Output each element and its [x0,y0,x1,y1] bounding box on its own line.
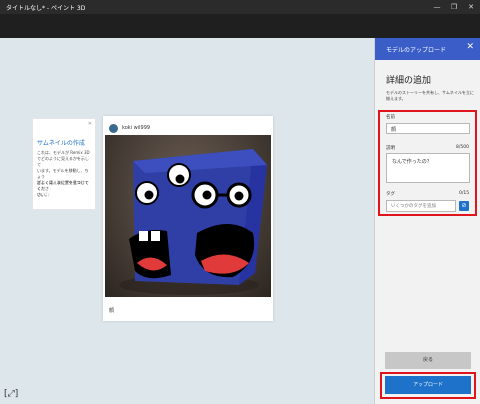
model-name-display: 顔 [109,308,115,314]
fit-to-view-icon[interactable]: [⤢] [4,388,18,400]
title-bar: タイトルなし* - ペイント 3D — ❐ ✕ [0,0,480,14]
tags-placeholder: いくつかのタグを追加 [391,204,436,209]
user-avatar [109,124,118,133]
tags-counter: 0/15 [459,191,470,196]
tip-close-button[interactable]: ✕ [88,121,92,127]
close-window-button[interactable]: ✕ [466,2,476,12]
description-field[interactable]: なんで作ったの？ [386,153,470,183]
model-thumbnail[interactable] [105,135,271,297]
name-label: 名前 [386,115,395,120]
name-value: 顔 [391,127,397,133]
description-counter: 8/500 [456,145,469,150]
panel-title: モデルのアップロード [386,47,447,54]
tags-field[interactable]: いくつかのタグを追加 [386,200,456,212]
back-button[interactable]: 戻る [385,352,471,369]
panel-description: モデルのストーリーを共有し、サムネイルを立に揃えます。 [386,90,474,101]
tip-link-text[interactable]: 詳しくは、次にアクセスしてくださ い。 ⛶ [37,180,92,198]
toolbar-area [0,14,480,38]
name-field[interactable]: 顔 [386,123,470,134]
tip-title: サムネイルの作成 [37,140,85,147]
window-title: タイトルなし* - ペイント 3D [6,5,86,12]
thumbnail-tip-bubble: ✕ サムネイルの作成 これは、モデルが Remix 3D でどのように見えるかを… [32,118,96,210]
panel-header: モデルのアップロード ✕ [375,38,480,60]
cube-face-model [119,149,267,295]
description-value: なんで作ったの？ [392,159,432,165]
add-tag-button[interactable]: ⊘ [459,201,469,211]
username: koki wil999 [122,125,151,131]
maximize-button[interactable]: ❐ [449,2,459,12]
upload-panel: モデルのアップロード ✕ 詳細の追加 モデルのストーリーを共有し、サムネイルを立… [374,38,480,404]
upload-button[interactable]: アップロード [385,376,471,394]
panel-heading: 詳細の追加 [386,76,432,86]
panel-close-icon[interactable]: ✕ [466,42,474,52]
minimize-button[interactable]: — [432,2,442,12]
tags-label: タグ [386,192,395,197]
add-tag-icon: ⊘ [461,202,467,209]
thumbnail-preview-card: koki wil999 顔 [103,116,273,321]
description-label: 説明 [386,146,395,151]
